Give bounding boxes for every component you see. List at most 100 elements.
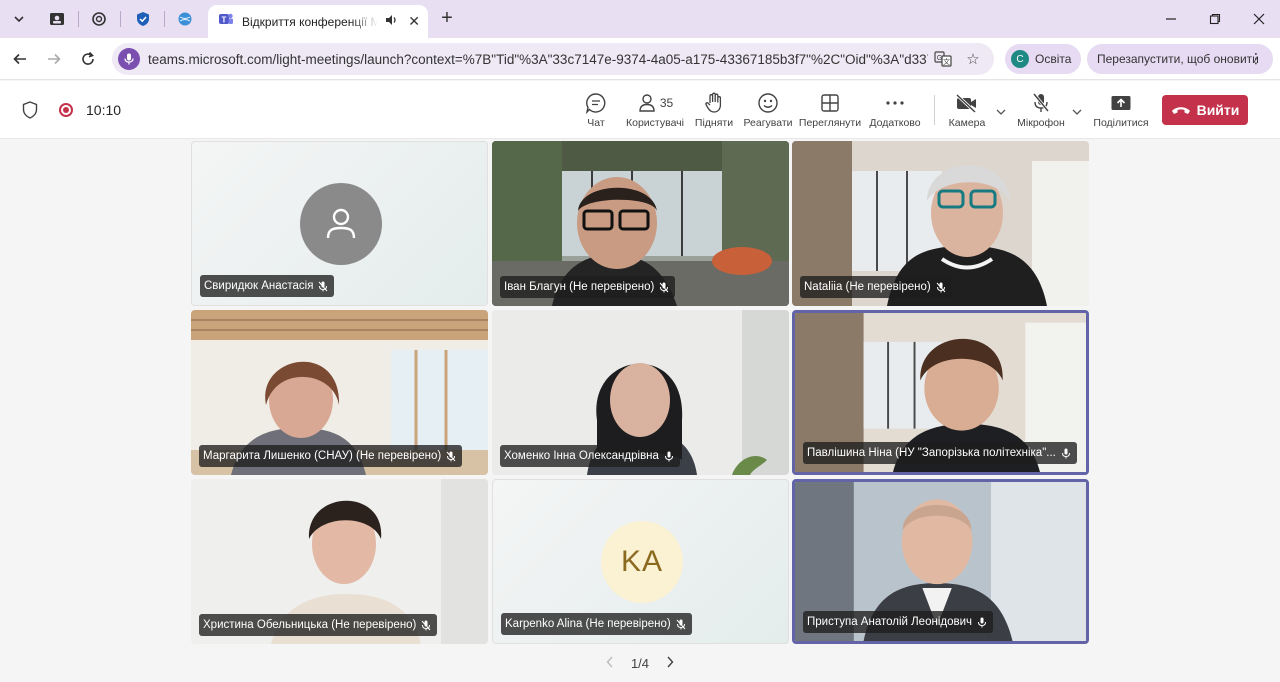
- raise-hand-label: Підняти: [694, 117, 734, 129]
- bookmark-star-icon[interactable]: ☆: [964, 50, 982, 68]
- participant-name-tag: Karpenko Alina (Не перевірено): [501, 613, 692, 635]
- participant-name: Приступа Анатолій Леонідович: [807, 616, 973, 628]
- relaunch-label: Перезапустити, щоб оновити: [1097, 52, 1259, 66]
- unmuted-mic-icon: [1061, 448, 1071, 459]
- participant-tile[interactable]: Маргарита Лишенко (СНАУ) (Не перевірено): [191, 310, 488, 475]
- pinned-tab-globe-icon[interactable]: [168, 6, 202, 32]
- relaunch-to-update-button[interactable]: Перезапустити, щоб оновити ⋮: [1087, 44, 1273, 74]
- svg-text:文: 文: [943, 57, 950, 66]
- participant-tile[interactable]: Nataliia (Не перевірено): [792, 141, 1089, 306]
- participant-tile[interactable]: Христина Обельницька (Не перевірено): [191, 479, 488, 644]
- tab-title: Відкриття конференції Mic: [242, 14, 379, 29]
- people-icon-group: 35: [637, 91, 673, 115]
- previous-page-chevron-icon[interactable]: [606, 656, 614, 671]
- more-label: Додатково: [869, 117, 921, 129]
- camera-off-icon: [955, 91, 979, 115]
- chat-button[interactable]: Чат: [583, 91, 609, 131]
- participant-name-tag: Христина Обельницька (Не перевірено): [199, 614, 438, 636]
- chat-label: Чат: [587, 117, 605, 129]
- participant-name: Павлішина Ніна (НУ "Запорізька політехні…: [807, 447, 1056, 459]
- smile-icon: [757, 91, 779, 115]
- tab-divider: [78, 11, 79, 27]
- initials-avatar: KA: [601, 521, 683, 603]
- gallery-pager: 1/4: [606, 652, 674, 674]
- meeting-info-shield-icon[interactable]: [22, 101, 38, 124]
- tab-search-chevron-icon[interactable]: [6, 7, 32, 31]
- profile-name: Освіта: [1035, 52, 1072, 66]
- participant-name-tag: Маргарита Лишенко (СНАУ) (Не перевірено): [199, 445, 463, 467]
- hang-up-phone-icon: [1171, 102, 1191, 118]
- microphone-button[interactable]: Мікрофон: [1015, 91, 1067, 131]
- unmuted-mic-icon: [664, 451, 674, 462]
- participant-tile[interactable]: KA Karpenko Alina (Не перевірено): [492, 479, 789, 644]
- share-button[interactable]: Поділитися: [1093, 91, 1149, 131]
- participant-tile[interactable]: Іван Благун (Не перевірено): [492, 141, 789, 306]
- chat-bubble-icon: [585, 91, 607, 115]
- restore-window-icon[interactable]: [1204, 8, 1226, 30]
- microphone-options-chevron-icon[interactable]: [1072, 103, 1082, 121]
- pinned-tab-portrait-icon[interactable]: [40, 6, 74, 32]
- reload-icon[interactable]: [76, 47, 100, 71]
- muted-mic-icon: [421, 620, 431, 631]
- view-label: Переглянути: [798, 117, 862, 129]
- close-tab-icon[interactable]: ✕: [408, 13, 420, 30]
- tab-divider: [120, 11, 121, 27]
- meeting-control-bar: 10:10 Чат 35 Користувачі Підняти Реагува…: [0, 81, 1280, 139]
- audio-playing-icon[interactable]: [384, 13, 398, 30]
- participant-name-tag: Іван Благун (Не перевірено): [500, 276, 676, 298]
- participant-tile-active-speaker[interactable]: Павлішина Ніна (НУ "Запорізька політехні…: [792, 310, 1089, 475]
- people-count: 35: [659, 96, 674, 110]
- people-button[interactable]: 35 Користувачі: [625, 91, 685, 131]
- leave-label: Вийти: [1196, 102, 1240, 118]
- browser-tab-strip: T Відкриття конференції Mic ✕ +: [0, 0, 1280, 38]
- browser-menu-dots-icon[interactable]: ⋮: [1249, 51, 1263, 65]
- participant-name: Іван Благун (Не перевірено): [504, 281, 655, 293]
- next-page-chevron-icon[interactable]: [666, 656, 674, 671]
- participant-name-tag: Nataliia (Не перевірено): [800, 276, 952, 298]
- page-indicator: 1/4: [630, 655, 650, 671]
- camera-button[interactable]: Камера: [948, 91, 986, 131]
- meeting-timer: 10:10: [86, 102, 122, 118]
- react-button[interactable]: Реагувати: [743, 91, 793, 131]
- profile-chip[interactable]: С Освіта: [1005, 44, 1081, 74]
- participant-tile[interactable]: Хоменко Інна Олександрівна: [492, 310, 789, 475]
- unmuted-mic-icon: [977, 617, 987, 628]
- pinned-tab-shield-icon[interactable]: [126, 6, 160, 32]
- microphone-in-use-icon[interactable]: [118, 48, 140, 70]
- participant-name-tag: Хоменко Інна Олександрівна: [500, 445, 680, 467]
- participant-name: Свиридюк Анастасія: [204, 280, 314, 292]
- participant-name: Маргарита Лишенко (СНАУ) (Не перевірено): [203, 450, 442, 462]
- participant-name-tag: Свиридюк Анастасія: [200, 275, 335, 297]
- participant-name-tag: Павлішина Ніна (НУ "Запорізька політехні…: [803, 442, 1077, 464]
- address-bar[interactable]: teams.microsoft.com/light-meetings/launc…: [112, 43, 994, 75]
- profile-avatar: С: [1011, 50, 1029, 68]
- hand-icon: [704, 91, 724, 115]
- teams-favicon-icon: T: [218, 11, 234, 32]
- browser-toolbar: teams.microsoft.com/light-meetings/launc…: [0, 38, 1280, 80]
- participant-tile-active-speaker[interactable]: Приступа Анатолій Леонідович: [792, 479, 1089, 644]
- back-arrow-icon[interactable]: [8, 47, 32, 71]
- camera-options-chevron-icon[interactable]: [996, 103, 1006, 121]
- grid-view-icon: [820, 91, 840, 115]
- video-stage: Свиридюк Анастасія Іван Благун (Не перев…: [0, 140, 1280, 682]
- translate-icon[interactable]: G文: [934, 50, 952, 68]
- minimize-window-icon[interactable]: [1160, 8, 1182, 30]
- new-tab-plus-icon[interactable]: +: [436, 8, 458, 30]
- close-window-icon[interactable]: [1248, 8, 1270, 30]
- view-button[interactable]: Переглянути: [799, 91, 861, 131]
- more-button[interactable]: Додатково: [868, 91, 922, 131]
- active-browser-tab[interactable]: T Відкриття конференції Mic ✕: [208, 5, 428, 38]
- recording-indicator-icon: [59, 103, 73, 117]
- microphone-label: Мікрофон: [1017, 117, 1065, 129]
- raise-hand-button[interactable]: Підняти: [694, 91, 734, 131]
- forward-arrow-icon[interactable]: [42, 47, 66, 71]
- pinned-tab-openai-icon[interactable]: [82, 6, 116, 32]
- more-dots-icon: [885, 91, 905, 115]
- tab-divider: [164, 11, 165, 27]
- participant-tile[interactable]: Свиридюк Анастасія: [191, 141, 488, 306]
- share-screen-icon: [1110, 91, 1132, 115]
- muted-mic-icon: [446, 451, 456, 462]
- mic-off-icon: [1031, 91, 1051, 115]
- leave-meeting-button[interactable]: Вийти: [1162, 95, 1248, 125]
- participant-name: Хоменко Інна Олександрівна: [504, 450, 659, 462]
